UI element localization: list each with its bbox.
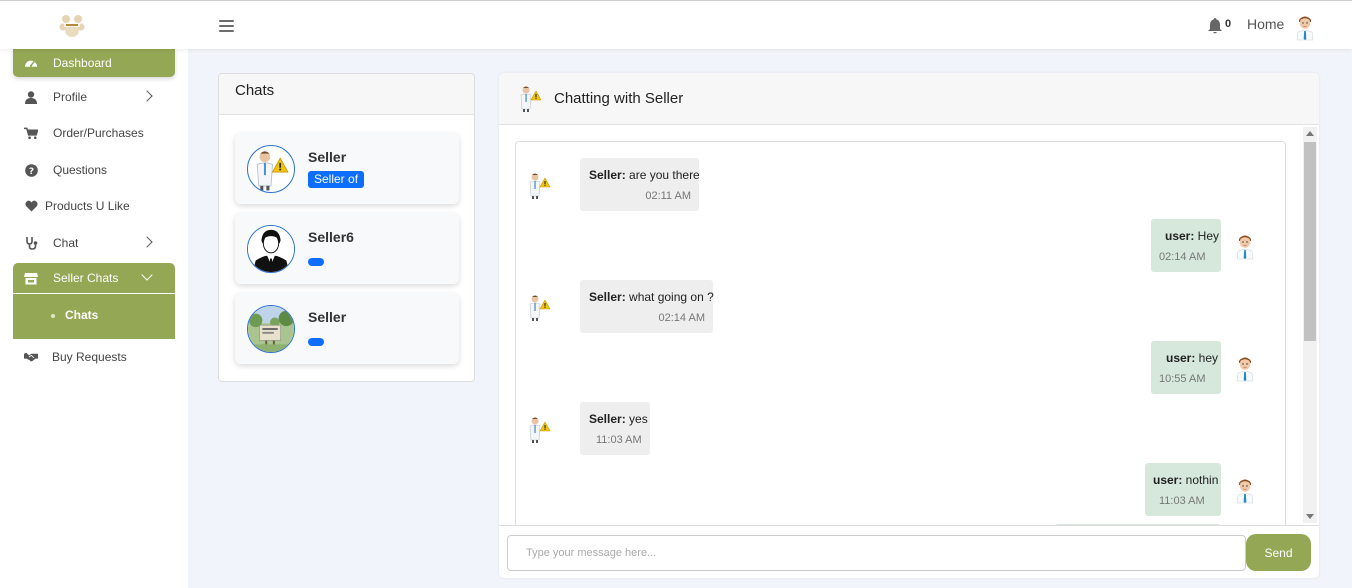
message-text: Seller: what going on ? xyxy=(589,290,714,304)
sidebar-item-label: Profile xyxy=(53,90,88,104)
conversation-panel: Chatting with Seller Seller: are you the… xyxy=(499,73,1319,578)
contact-name: Seller xyxy=(308,149,347,165)
sidebar-item-label: Order/Purchases xyxy=(53,126,144,140)
get-a-pet-logo[interactable] xyxy=(58,11,86,39)
user-avatar xyxy=(1230,230,1260,260)
sidebar-item-orders[interactable]: Order/Purchases xyxy=(13,118,175,148)
message-text: Seller: yes xyxy=(589,412,648,426)
seller-chats-submenu: Chats xyxy=(13,294,175,339)
chevron-right-icon xyxy=(141,90,153,102)
message-time: 11:03 AM xyxy=(596,434,642,446)
chats-list-panel: Chats Seller Seller of Seller6 Seller xyxy=(218,73,475,382)
message-bubble: user: hey 10:55 AM xyxy=(1151,341,1221,394)
message-bubble: Seller: are you there 02:11 AM xyxy=(580,158,700,211)
bullet-icon xyxy=(51,314,55,318)
sidebar-item-questions[interactable]: ? Questions xyxy=(13,155,175,185)
message-scrollbar[interactable] xyxy=(1303,127,1317,523)
message-text: user: hey xyxy=(1166,351,1219,365)
sidebar-item-label: Buy Requests xyxy=(52,350,127,364)
sidebar-item-dashboard[interactable]: Dashboard xyxy=(13,49,175,77)
contact-item[interactable]: Seller6 xyxy=(235,213,459,284)
scroll-up-icon[interactable] xyxy=(1306,131,1314,136)
sidebar-item-products-u-like[interactable]: Products U Like xyxy=(13,191,175,221)
sidebar-item-buy-requests[interactable]: Buy Requests xyxy=(13,342,175,372)
store-icon xyxy=(24,271,38,285)
message-input[interactable] xyxy=(507,535,1246,571)
heart-icon xyxy=(24,199,38,213)
sidebar-item-label: Seller Chats xyxy=(53,271,119,285)
message-bubble: Seller: what going on ? 02:14 AM xyxy=(580,280,714,333)
bell-icon[interactable] xyxy=(1207,17,1223,35)
seller-avatar xyxy=(515,83,545,113)
message-bubble: user: nothin 11:03 AM xyxy=(1145,463,1221,516)
sidebar-item-chat[interactable]: Chat xyxy=(13,228,175,258)
seller-avatar xyxy=(524,292,554,322)
seller-avatar xyxy=(524,170,554,200)
user-icon xyxy=(24,90,38,104)
contact-badge xyxy=(308,258,324,266)
send-button[interactable]: Send xyxy=(1246,534,1311,571)
conversation-title: Chatting with Seller xyxy=(554,90,684,107)
stethoscope-icon xyxy=(24,236,38,250)
conversation-header: Chatting with Seller xyxy=(499,73,1319,125)
message-time: 11:03 AM xyxy=(1159,495,1205,507)
scroll-down-icon[interactable] xyxy=(1306,514,1314,519)
message-text: user: Hey xyxy=(1165,229,1220,243)
question-icon: ? xyxy=(24,163,38,177)
contact-badge: Seller of xyxy=(308,171,365,188)
sidebar-item-profile[interactable]: Profile xyxy=(13,82,175,112)
handshake-icon xyxy=(24,350,38,364)
user-avatar xyxy=(1230,474,1260,504)
dashboard-icon xyxy=(24,56,38,70)
message-text: user: nothin xyxy=(1153,473,1219,487)
message-time: 02:14 AM xyxy=(1159,251,1206,263)
svg-text:?: ? xyxy=(28,167,33,177)
chats-header: Chats xyxy=(219,74,474,115)
sidebar-item-label: Products U Like xyxy=(45,199,130,213)
chevron-down-icon xyxy=(141,269,153,281)
message-composer: Send xyxy=(499,525,1319,578)
sidebar-item-seller-chats[interactable]: Seller Chats xyxy=(13,263,175,293)
seller-avatar xyxy=(524,414,554,444)
message-bubble: user: Hey 02:14 AM xyxy=(1151,219,1221,272)
message-time: 10:55 AM xyxy=(1159,373,1206,385)
chats-title: Chats xyxy=(235,82,275,99)
contact-avatar xyxy=(247,305,295,353)
contact-avatar xyxy=(247,145,295,193)
message-time: 02:11 AM xyxy=(645,190,691,202)
scroll-thumb[interactable] xyxy=(1304,142,1316,341)
contact-name: Seller6 xyxy=(308,229,354,245)
user-avatar xyxy=(1230,352,1260,382)
chevron-right-icon xyxy=(141,236,153,248)
contact-badge xyxy=(308,338,324,346)
menu-toggle-icon[interactable] xyxy=(219,20,234,32)
message-list[interactable]: Seller: are you there 02:11 AM user: Hey… xyxy=(515,141,1286,525)
sidebar: Dashboard Profile Order/Purchases ? Ques… xyxy=(0,49,188,588)
contact-item[interactable]: Seller Seller of xyxy=(235,133,459,204)
message-time: 02:14 AM xyxy=(658,312,705,324)
top-navbar: 0 Home xyxy=(0,0,1352,49)
notification-count: 0 xyxy=(1225,18,1232,30)
message-bubble: Seller: yes 11:03 AM xyxy=(580,402,650,455)
sidebar-item-label: Dashboard xyxy=(53,56,112,70)
contact-avatar xyxy=(247,225,295,273)
contact-item[interactable]: Seller xyxy=(235,293,459,364)
sidebar-item-label: Chat xyxy=(53,236,79,250)
sidebar-subitem-chats[interactable]: Chats xyxy=(65,308,98,322)
sidebar-item-label: Questions xyxy=(53,163,108,177)
contact-name: Seller xyxy=(308,309,347,325)
home-link[interactable]: Home xyxy=(1247,16,1284,32)
cart-icon xyxy=(24,126,38,140)
message-text: Seller: are you there xyxy=(589,168,700,182)
user-avatar[interactable] xyxy=(1290,10,1320,42)
